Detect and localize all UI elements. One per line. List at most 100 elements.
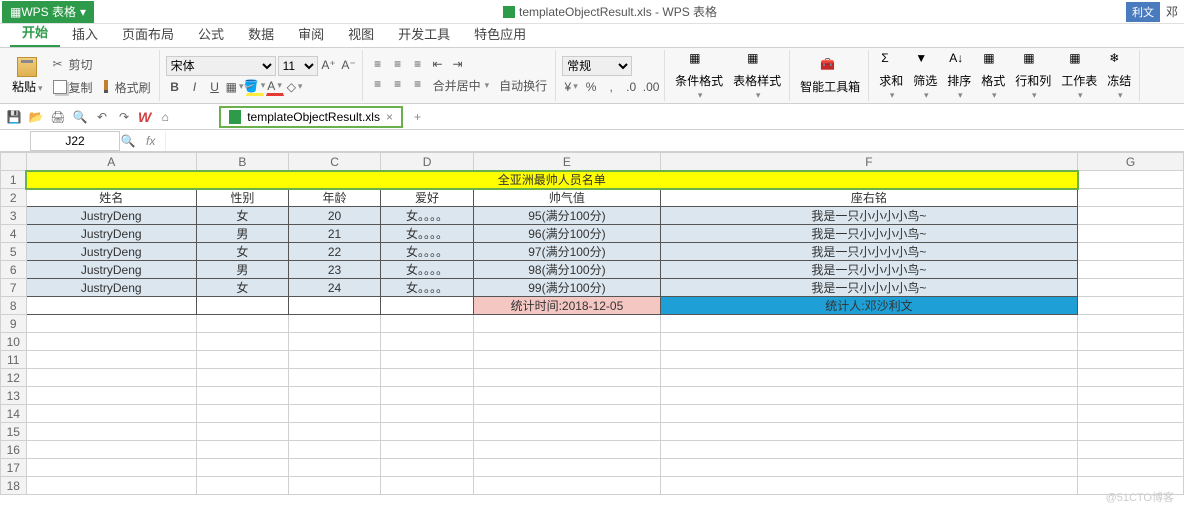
copy-button[interactable]: 复制格式刷 bbox=[49, 77, 155, 98]
align-top-button[interactable]: ≡ bbox=[369, 55, 387, 73]
table-style-button[interactable]: ▦表格样式 bbox=[729, 51, 785, 101]
toolbox-button[interactable]: 🧰智能工具箱 bbox=[796, 57, 864, 95]
tab-data[interactable]: 数据 bbox=[236, 20, 286, 47]
increase-indent-button[interactable]: ⇥ bbox=[449, 55, 467, 73]
increase-font-button[interactable]: A⁺ bbox=[320, 56, 338, 74]
wrap-text-button[interactable]: 自动换行 bbox=[495, 75, 551, 96]
font-size-select[interactable]: 11 bbox=[278, 56, 318, 76]
fill-color-button[interactable]: 🪣 bbox=[246, 78, 264, 96]
row-header[interactable]: 12 bbox=[1, 369, 27, 387]
format-painter-button[interactable]: 格式刷 bbox=[95, 79, 151, 96]
thousands-button[interactable]: , bbox=[602, 78, 620, 96]
sum-button[interactable]: Σ求和 bbox=[875, 51, 907, 101]
file-tab[interactable]: templateObjectResult.xls × + bbox=[219, 106, 403, 128]
currency-button[interactable]: ¥ bbox=[562, 78, 580, 96]
tab-page-layout[interactable]: 页面布局 bbox=[110, 20, 186, 47]
select-all-corner[interactable] bbox=[1, 153, 27, 171]
cell[interactable]: 女 bbox=[196, 243, 288, 261]
col-header[interactable]: C bbox=[289, 153, 381, 171]
row-header[interactable]: 4 bbox=[1, 225, 27, 243]
cell[interactable]: 男 bbox=[196, 261, 288, 279]
tab-developer[interactable]: 开发工具 bbox=[386, 20, 462, 47]
col-header[interactable]: E bbox=[473, 153, 660, 171]
merge-center-button[interactable]: 合并居中 bbox=[429, 75, 494, 96]
row-header[interactable]: 11 bbox=[1, 351, 27, 369]
tab-review[interactable]: 审阅 bbox=[286, 20, 336, 47]
cell[interactable]: JustryDeng bbox=[26, 225, 196, 243]
format-button[interactable]: ▦格式 bbox=[977, 51, 1009, 101]
qat-print-icon[interactable]: 🖨 bbox=[50, 109, 66, 125]
tab-view[interactable]: 视图 bbox=[336, 20, 386, 47]
cell[interactable]: 我是一只小小小小鸟~ bbox=[660, 261, 1077, 279]
header-cell[interactable]: 姓名 bbox=[26, 189, 196, 207]
align-right-button[interactable]: ≡ bbox=[409, 75, 427, 93]
col-header[interactable]: D bbox=[381, 153, 474, 171]
cell[interactable]: 男 bbox=[196, 225, 288, 243]
fx-search-icon[interactable]: 🔍 bbox=[120, 133, 136, 149]
increase-decimal-button[interactable]: .0 bbox=[622, 78, 640, 96]
col-header[interactable]: B bbox=[196, 153, 288, 171]
decrease-decimal-button[interactable]: .00 bbox=[642, 78, 660, 96]
row-header[interactable]: 2 bbox=[1, 189, 27, 207]
header-cell[interactable]: 帅气值 bbox=[473, 189, 660, 207]
cell[interactable]: 20 bbox=[289, 207, 381, 225]
sort-button[interactable]: A↓排序 bbox=[943, 51, 975, 101]
formula-input[interactable] bbox=[165, 131, 1184, 151]
cell[interactable]: JustryDeng bbox=[26, 279, 196, 297]
font-color-button[interactable]: A bbox=[266, 78, 284, 96]
align-center-button[interactable]: ≡ bbox=[389, 75, 407, 93]
row-header[interactable]: 1 bbox=[1, 171, 27, 189]
freeze-button[interactable]: ❄冻结 bbox=[1103, 51, 1135, 101]
file-tab-close-icon[interactable]: × bbox=[386, 110, 393, 124]
tab-special[interactable]: 特色应用 bbox=[462, 20, 538, 47]
border-button[interactable]: ▦ bbox=[226, 78, 244, 96]
worksheet-button[interactable]: ▦工作表 bbox=[1057, 51, 1101, 101]
rowcol-button[interactable]: ▦行和列 bbox=[1011, 51, 1055, 101]
cut-button[interactable]: 剪切 bbox=[49, 54, 155, 75]
cell[interactable]: 99(满分100分) bbox=[473, 279, 660, 297]
row-header[interactable]: 3 bbox=[1, 207, 27, 225]
conditional-format-button[interactable]: ▦条件格式 bbox=[671, 51, 727, 101]
align-bottom-button[interactable]: ≡ bbox=[409, 55, 427, 73]
header-cell[interactable]: 年龄 bbox=[289, 189, 381, 207]
footer-time-cell[interactable]: 统计时间:2018-12-05 bbox=[473, 297, 660, 315]
qat-preview-icon[interactable]: 🔍 bbox=[72, 109, 88, 125]
tab-formulas[interactable]: 公式 bbox=[186, 20, 236, 47]
font-family-select[interactable]: 宋体 bbox=[166, 56, 276, 76]
qat-redo-icon[interactable]: ↷ bbox=[116, 109, 132, 125]
cell[interactable]: 97(满分100分) bbox=[473, 243, 660, 261]
clear-format-button[interactable]: ◇ bbox=[286, 78, 304, 96]
cell[interactable]: 女。。。。 bbox=[381, 207, 474, 225]
percent-button[interactable]: % bbox=[582, 78, 600, 96]
row-header[interactable]: 15 bbox=[1, 423, 27, 441]
cell[interactable]: 女。。。。 bbox=[381, 261, 474, 279]
cell[interactable]: JustryDeng bbox=[26, 261, 196, 279]
italic-button[interactable]: I bbox=[186, 78, 204, 96]
row-header[interactable]: 13 bbox=[1, 387, 27, 405]
decrease-indent-button[interactable]: ⇤ bbox=[429, 55, 447, 73]
row-header[interactable]: 9 bbox=[1, 315, 27, 333]
row-header[interactable]: 8 bbox=[1, 297, 27, 315]
filter-button[interactable]: ▼筛选 bbox=[909, 51, 941, 101]
align-middle-button[interactable]: ≡ bbox=[389, 55, 407, 73]
cell[interactable]: 女。。。。 bbox=[381, 279, 474, 297]
row-header[interactable]: 18 bbox=[1, 477, 27, 495]
cell[interactable]: 女。。。。 bbox=[381, 225, 474, 243]
cell[interactable]: 女。。。。 bbox=[381, 243, 474, 261]
qat-undo-icon[interactable]: ↶ bbox=[94, 109, 110, 125]
cell[interactable]: 98(满分100分) bbox=[473, 261, 660, 279]
cell[interactable]: 我是一只小小小小鸟~ bbox=[660, 225, 1077, 243]
decrease-font-button[interactable]: A⁻ bbox=[340, 56, 358, 74]
cell[interactable]: 23 bbox=[289, 261, 381, 279]
tab-home[interactable]: 开始 bbox=[10, 18, 60, 47]
cell[interactable]: 女 bbox=[196, 279, 288, 297]
account-badge[interactable]: 利文 bbox=[1126, 2, 1160, 22]
cell[interactable]: JustryDeng bbox=[26, 243, 196, 261]
title-cell[interactable]: 全亚洲最帅人员名单 bbox=[26, 171, 1078, 189]
header-cell[interactable]: 性别 bbox=[196, 189, 288, 207]
row-header[interactable]: 17 bbox=[1, 459, 27, 477]
header-cell[interactable]: 座右铭 bbox=[660, 189, 1077, 207]
cells[interactable]: A B C D E F G 1全亚洲最帅人员名单 2 姓名 性别 年龄 爱好 帅… bbox=[0, 152, 1184, 495]
name-box[interactable] bbox=[30, 131, 120, 151]
cell[interactable]: 我是一只小小小小鸟~ bbox=[660, 243, 1077, 261]
